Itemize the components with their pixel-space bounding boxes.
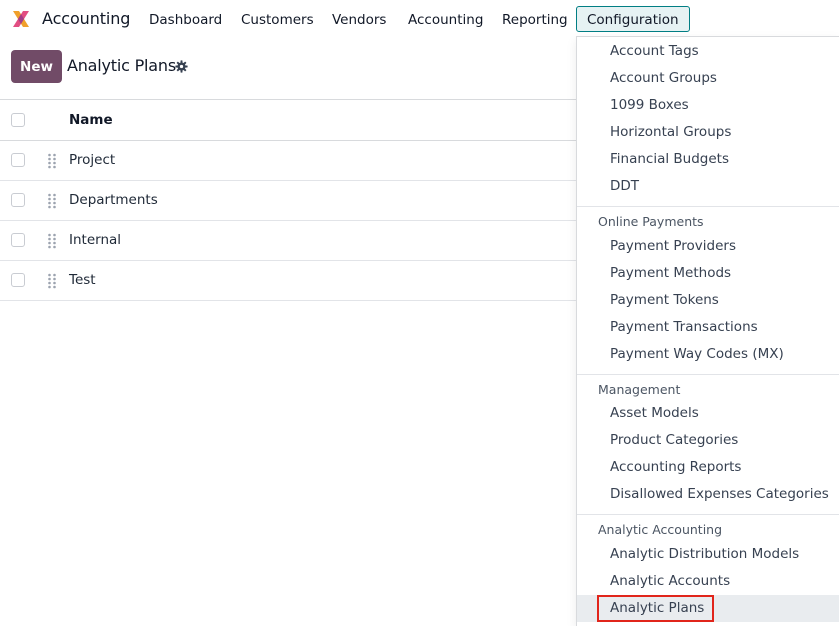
- row-name[interactable]: Internal: [69, 232, 121, 248]
- row-checkbox[interactable]: [11, 193, 25, 207]
- drag-handle-icon[interactable]: [47, 193, 57, 209]
- menu-item-payment-transactions[interactable]: Payment Transactions: [577, 314, 839, 341]
- menu-configuration[interactable]: Configuration: [576, 6, 690, 32]
- menu-section-analytic-accounting: Analytic Accounting: [598, 522, 723, 537]
- row-checkbox[interactable]: [11, 153, 25, 167]
- row-name[interactable]: Departments: [69, 192, 158, 208]
- menu-item-payment-tokens[interactable]: Payment Tokens: [577, 287, 839, 314]
- odoo-accounting-logo-icon[interactable]: [10, 8, 32, 30]
- drag-handle-icon[interactable]: [47, 233, 57, 249]
- menu-divider: [577, 374, 839, 375]
- menu-item-account-groups[interactable]: Account Groups: [577, 65, 839, 92]
- new-button[interactable]: New: [11, 50, 62, 83]
- drag-handle-icon[interactable]: [47, 153, 57, 169]
- menu-item-payment-providers[interactable]: Payment Providers: [577, 233, 839, 260]
- menu-item-account-tags[interactable]: Account Tags: [577, 38, 839, 65]
- page-title: Analytic Plans: [67, 56, 176, 75]
- row-checkbox[interactable]: [11, 233, 25, 247]
- drag-handle-icon[interactable]: [47, 273, 57, 289]
- menu-section-management: Management: [598, 382, 681, 397]
- menu-dashboard[interactable]: Dashboard: [138, 6, 233, 32]
- menu-accounting[interactable]: Accounting: [397, 6, 494, 32]
- menu-vendors[interactable]: Vendors: [321, 6, 397, 32]
- menu-item-disallowed-expenses-categories[interactable]: Disallowed Expenses Categories: [577, 481, 839, 508]
- top-navbar: Accounting Dashboard Customers Vendors A…: [0, 0, 839, 38]
- menu-item-payment-way-codes[interactable]: Payment Way Codes (MX): [577, 341, 839, 368]
- menu-item-payment-methods[interactable]: Payment Methods: [577, 260, 839, 287]
- row-name[interactable]: Test: [69, 272, 96, 288]
- select-all-checkbox[interactable]: [11, 113, 25, 127]
- menu-customers[interactable]: Customers: [230, 6, 325, 32]
- menu-divider: [577, 514, 839, 515]
- menu-item-analytic-distribution-models[interactable]: Analytic Distribution Models: [577, 541, 839, 568]
- menu-item-1099-boxes[interactable]: 1099 Boxes: [577, 92, 839, 119]
- menu-item-product-categories[interactable]: Product Categories: [577, 427, 839, 454]
- menu-item-accounting-reports[interactable]: Accounting Reports: [577, 454, 839, 481]
- row-name[interactable]: Project: [69, 152, 115, 168]
- highlight-box: [597, 595, 714, 622]
- gear-icon[interactable]: [175, 60, 188, 73]
- menu-item-financial-budgets[interactable]: Financial Budgets: [577, 146, 839, 173]
- menu-item-ddt[interactable]: DDT: [577, 173, 839, 200]
- row-checkbox[interactable]: [11, 273, 25, 287]
- menu-reporting[interactable]: Reporting: [491, 6, 579, 32]
- column-header-name[interactable]: Name: [69, 112, 113, 128]
- app-name[interactable]: Accounting: [42, 9, 130, 28]
- menu-item-asset-models[interactable]: Asset Models: [577, 400, 839, 427]
- menu-item-analytic-accounts[interactable]: Analytic Accounts: [577, 568, 839, 595]
- menu-section-online-payments: Online Payments: [598, 214, 704, 229]
- menu-item-horizontal-groups[interactable]: Horizontal Groups: [577, 119, 839, 146]
- menu-divider: [577, 206, 839, 207]
- configuration-dropdown: Account Tags Account Groups 1099 Boxes H…: [576, 36, 839, 626]
